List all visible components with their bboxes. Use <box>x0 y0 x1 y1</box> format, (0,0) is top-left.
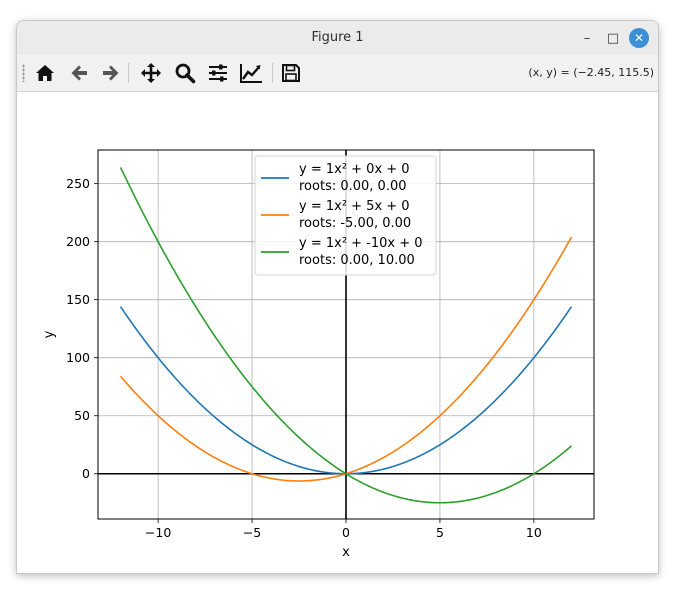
y-tick-label: 200 <box>66 234 90 249</box>
toolbar-separator <box>272 63 273 83</box>
home-icon <box>36 65 54 81</box>
quadratic-plot[interactable]: −10 −5 0 5 10050100150200250 x y y = 1x² + 0… <box>17 92 658 573</box>
pan-move-icon <box>141 63 161 83</box>
y-axis-label: y <box>42 330 57 338</box>
legend-label-equation: y = 1x² + 0x + 0 <box>299 162 410 177</box>
toolbar-separator <box>128 63 129 83</box>
x-tick-label: 0 <box>342 525 350 540</box>
back-button[interactable] <box>66 60 92 86</box>
save-button[interactable] <box>278 60 304 86</box>
legend-label-roots: roots: -5.00, 0.00 <box>299 216 411 231</box>
edit-axis-curves-icon <box>240 64 262 83</box>
legend-label-roots: roots: 0.00, 0.00 <box>299 179 407 194</box>
x-tick-label: 10 <box>526 525 542 540</box>
y-tick-label: 0 <box>82 466 90 481</box>
edit-axis-button[interactable] <box>238 60 264 86</box>
pan-button[interactable] <box>138 60 164 86</box>
zoom-button[interactable] <box>172 60 198 86</box>
title-bar[interactable]: Figure 1 – □ ✕ <box>17 21 658 55</box>
x-tick-label: −5 <box>243 525 261 540</box>
save-floppy-icon <box>282 64 300 82</box>
back-arrow-icon <box>71 65 87 81</box>
y-tick-label: 50 <box>74 408 90 423</box>
cursor-coordinates: (x, y) = (−2.45, 115.5) <box>528 66 654 79</box>
forward-button[interactable] <box>98 60 124 86</box>
x-axis-label: x <box>342 545 350 560</box>
figure-window: Figure 1 – □ ✕ (x, y) = (−2.45, 115.5) −… <box>16 20 659 574</box>
close-button[interactable]: ✕ <box>629 28 649 48</box>
y-tick-label: 100 <box>66 350 90 365</box>
zoom-magnifier-icon <box>175 63 196 84</box>
legend[interactable]: y = 1x² + 0x + 0 roots: 0.00, 0.00 y = 1x²… <box>254 155 437 276</box>
toolbar-grip[interactable] <box>22 64 25 82</box>
maximize-button[interactable]: □ <box>603 28 623 48</box>
legend-label-roots: roots: 0.00, 10.00 <box>299 253 415 268</box>
x-tick-label: 5 <box>436 525 444 540</box>
minimize-button[interactable]: – <box>577 28 597 48</box>
forward-arrow-icon <box>103 65 119 81</box>
home-button[interactable] <box>32 60 58 86</box>
configure-subplots-button[interactable] <box>205 60 231 86</box>
configure-subplots-icon <box>209 64 227 82</box>
window-title: Figure 1 <box>311 30 364 45</box>
legend-label-equation: y = 1x² + -10x + 0 <box>299 236 423 251</box>
y-tick-label: 150 <box>66 292 90 307</box>
legend-label-equation: y = 1x² + 5x + 0 <box>299 199 410 214</box>
figure-canvas[interactable]: −10 −5 0 5 10 0 50 100 150 200 250 x y y = 1x² + 0… <box>17 92 658 573</box>
x-tick-label: −10 <box>145 525 171 540</box>
navigation-toolbar: (x, y) = (−2.45, 115.5) <box>17 55 658 92</box>
y-tick-label: 250 <box>66 176 90 191</box>
